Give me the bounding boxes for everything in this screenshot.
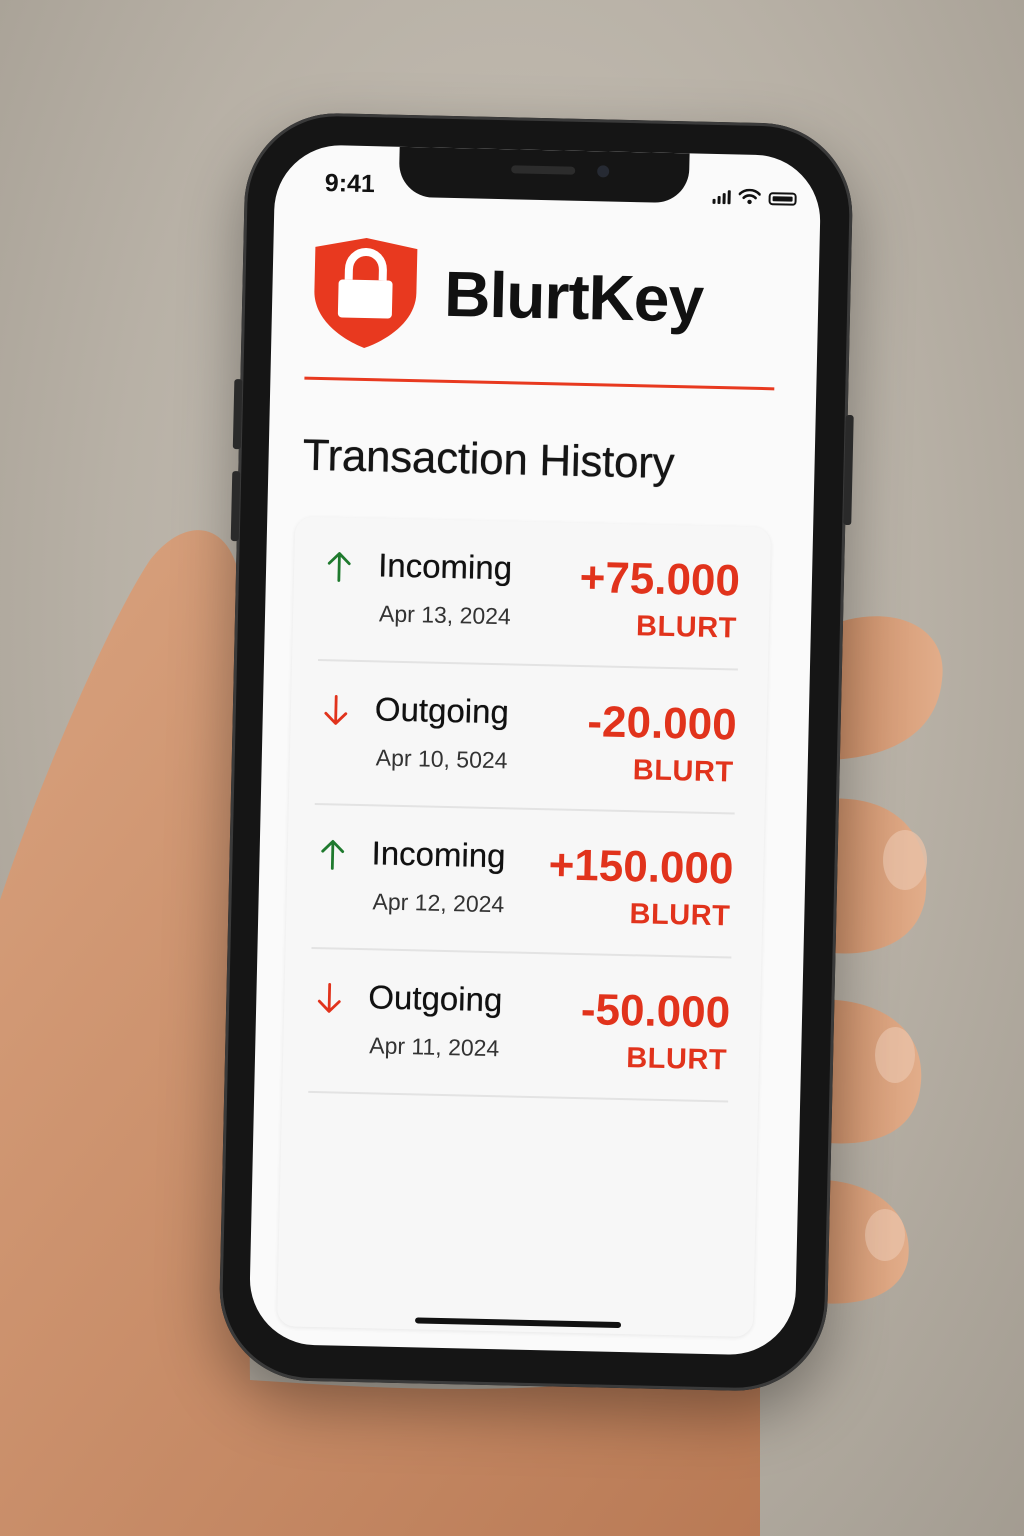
transaction-type: Incoming bbox=[377, 546, 513, 587]
app-title: BlurtKey bbox=[443, 257, 704, 336]
phone-screen: 9:41 BlurtKey Transaction History Incomi… bbox=[248, 143, 822, 1357]
volume-up-button bbox=[232, 379, 243, 450]
transaction-unit: BLURT bbox=[629, 898, 731, 933]
arrow-down-icon bbox=[317, 982, 341, 1013]
wifi-icon bbox=[738, 188, 761, 205]
cellular-signal-icon bbox=[712, 189, 731, 205]
transaction-type: Outgoing bbox=[374, 690, 510, 731]
transaction-date: Apr 10, 5024 bbox=[375, 744, 508, 774]
status-icons bbox=[712, 184, 797, 206]
transaction-date: Apr 13, 2024 bbox=[378, 600, 512, 630]
notch bbox=[398, 146, 690, 204]
battery-icon bbox=[768, 192, 797, 206]
page-title: Transaction History bbox=[302, 430, 675, 489]
transaction-unit: BLURT bbox=[625, 1042, 728, 1077]
transaction-amount: -20.000 bbox=[586, 697, 738, 750]
transaction-row[interactable]: Outgoing Apr 10, 5024 -20.000 BLURT bbox=[314, 661, 738, 815]
transaction-type: Outgoing bbox=[367, 978, 503, 1019]
front-camera bbox=[597, 165, 610, 178]
app-header: BlurtKey bbox=[309, 233, 704, 358]
speaker bbox=[511, 165, 576, 175]
transaction-amount: +150.000 bbox=[548, 840, 734, 894]
transaction-date: Apr 11, 2024 bbox=[369, 1032, 500, 1062]
status-time: 9:41 bbox=[324, 169, 376, 199]
shield-lock-icon bbox=[314, 238, 418, 348]
arrow-up-icon bbox=[327, 552, 351, 582]
transaction-row[interactable]: Outgoing Apr 11, 2024 -50.000 BLURT bbox=[308, 948, 732, 1103]
transaction-unit: BLURT bbox=[635, 610, 738, 645]
volume-down-button bbox=[230, 471, 241, 542]
transactions-card: Incoming Apr 13, 2024 +75.000 BLURT Outg… bbox=[276, 516, 772, 1338]
arrow-down-icon bbox=[324, 695, 348, 725]
transaction-amount: -50.000 bbox=[580, 985, 731, 1038]
transaction-type: Incoming bbox=[371, 834, 506, 875]
transaction-date: Apr 12, 2024 bbox=[372, 888, 505, 918]
transaction-unit: BLURT bbox=[632, 754, 734, 789]
transaction-row[interactable]: Incoming Apr 12, 2024 +150.000 BLURT bbox=[311, 804, 735, 959]
transaction-amount: +75.000 bbox=[579, 552, 741, 606]
header-divider bbox=[304, 376, 775, 391]
arrow-up-icon bbox=[321, 840, 345, 870]
phone-frame: 9:41 BlurtKey Transaction History Incomi… bbox=[217, 111, 855, 1393]
transaction-row[interactable]: Incoming Apr 13, 2024 +75.000 BLURT bbox=[318, 517, 742, 671]
